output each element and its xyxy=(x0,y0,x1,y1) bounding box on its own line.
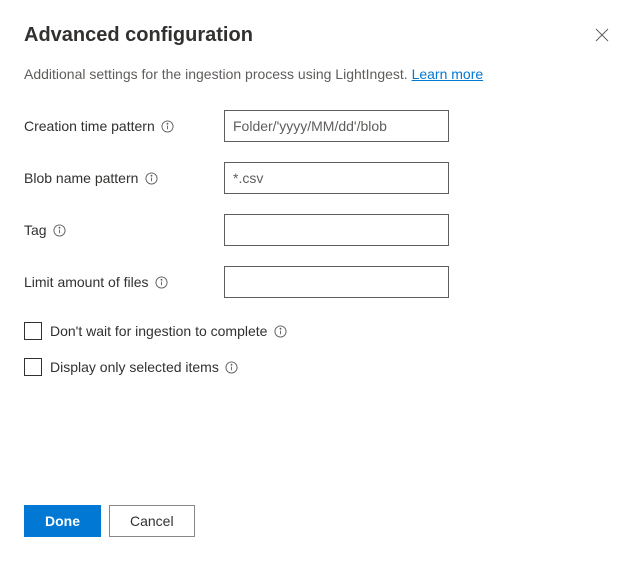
label-text: Creation time pattern xyxy=(24,118,155,134)
close-button[interactable] xyxy=(591,24,613,50)
creation-time-pattern-label: Creation time pattern xyxy=(24,118,224,134)
info-icon[interactable] xyxy=(273,324,287,338)
dialog-subtitle: Additional settings for the ingestion pr… xyxy=(24,66,613,82)
info-icon[interactable] xyxy=(53,223,67,237)
done-button[interactable]: Done xyxy=(24,505,101,537)
info-icon[interactable] xyxy=(225,360,239,374)
blob-name-pattern-input[interactable] xyxy=(224,162,449,194)
label-text: Tag xyxy=(24,222,47,238)
dont-wait-checkbox[interactable] xyxy=(24,322,42,340)
info-icon[interactable] xyxy=(161,119,175,133)
limit-files-label: Limit amount of files xyxy=(24,274,224,290)
subtitle-text: Additional settings for the ingestion pr… xyxy=(24,66,412,82)
label-text: Blob name pattern xyxy=(24,170,138,186)
label-text: Don't wait for ingestion to complete xyxy=(50,323,267,339)
close-icon xyxy=(595,29,609,46)
learn-more-link[interactable]: Learn more xyxy=(412,66,484,82)
tag-label: Tag xyxy=(24,222,224,238)
label-text: Limit amount of files xyxy=(24,274,149,290)
label-text: Display only selected items xyxy=(50,359,219,375)
display-selected-checkbox[interactable] xyxy=(24,358,42,376)
creation-time-pattern-input[interactable] xyxy=(224,110,449,142)
dont-wait-label: Don't wait for ingestion to complete xyxy=(50,323,287,339)
blob-name-pattern-label: Blob name pattern xyxy=(24,170,224,186)
limit-files-input[interactable] xyxy=(224,266,449,298)
dialog-title: Advanced configuration xyxy=(24,24,253,47)
info-icon[interactable] xyxy=(144,171,158,185)
info-icon[interactable] xyxy=(155,275,169,289)
display-selected-label: Display only selected items xyxy=(50,359,239,375)
cancel-button[interactable]: Cancel xyxy=(109,505,195,537)
tag-input[interactable] xyxy=(224,214,449,246)
